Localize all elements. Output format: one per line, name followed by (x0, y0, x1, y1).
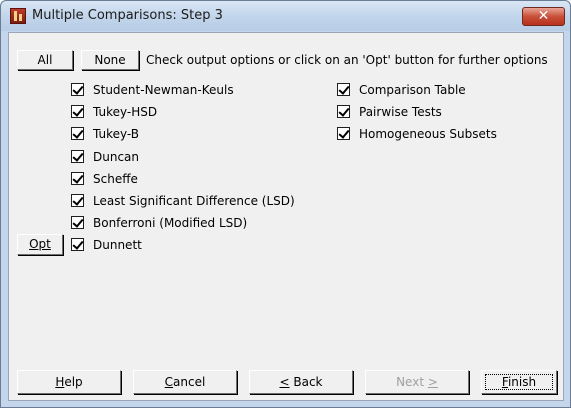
checkbox-box[interactable] (71, 83, 84, 96)
checkbox-box[interactable] (71, 194, 84, 207)
checkbox-label: Pairwise Tests (359, 105, 442, 119)
checkbox-label: Tukey-B (93, 127, 140, 141)
close-button[interactable]: ✕ (522, 7, 565, 26)
help-button[interactable]: Help (17, 370, 121, 394)
back-accel: < (279, 375, 290, 389)
dunnett-opt-button[interactable]: Opt (17, 234, 63, 255)
checkbox-box[interactable] (337, 105, 350, 118)
checkbox-box[interactable] (71, 172, 84, 185)
all-button-label: All (37, 53, 53, 67)
window-title: Multiple Comparisons: Step 3 (32, 8, 223, 23)
checkbox-label: Scheffe (93, 172, 138, 186)
all-button[interactable]: All (17, 50, 73, 70)
help-accel: H (55, 375, 65, 389)
none-button-label: None (94, 53, 126, 67)
dialog-client-area: All None Check output options or click o… (8, 32, 564, 401)
back-label: Back (289, 375, 323, 389)
back-button[interactable]: < Back (249, 370, 353, 394)
cancel-accel: C (164, 375, 174, 389)
next-button[interactable]: Next > (365, 370, 469, 394)
checkbox-box[interactable] (71, 105, 84, 118)
opt-button-label: Opt (29, 237, 51, 251)
checkbox-box[interactable] (337, 83, 350, 96)
checkbox-box[interactable] (71, 150, 84, 163)
next-accel: > (427, 375, 438, 389)
instructions-text: Check output options or click on an 'Opt… (146, 53, 548, 67)
cancel-label: ancel (173, 375, 206, 389)
checkbox-box[interactable] (71, 216, 84, 229)
next-label: Next (396, 375, 428, 389)
checkbox-box[interactable] (71, 238, 84, 251)
checkbox-label: Bonferroni (Modified LSD) (93, 216, 248, 230)
checkbox-box[interactable] (337, 127, 350, 140)
checkbox-label: Comparison Table (359, 83, 466, 97)
checkbox-box[interactable] (71, 127, 84, 140)
checkbox-label: Homogeneous Subsets (359, 127, 497, 141)
focus-rect (485, 374, 553, 390)
none-button[interactable]: None (81, 50, 139, 70)
checkbox-label: Least Significant Difference (LSD) (93, 194, 295, 208)
help-label: elp (64, 375, 83, 389)
checkbox-label: Dunnett (93, 238, 142, 252)
app-icon (10, 8, 26, 24)
checkbox-label: Student-Newman-Keuls (93, 83, 234, 97)
cancel-button[interactable]: Cancel (133, 370, 237, 394)
finish-button[interactable]: Finish (481, 370, 557, 394)
checkbox-label: Tukey-HSD (93, 105, 158, 119)
dialog-window: Multiple Comparisons: Step 3 ✕ All None … (0, 0, 571, 408)
checkbox-label: Duncan (93, 150, 140, 164)
title-bar[interactable]: Multiple Comparisons: Step 3 ✕ (1, 1, 570, 31)
